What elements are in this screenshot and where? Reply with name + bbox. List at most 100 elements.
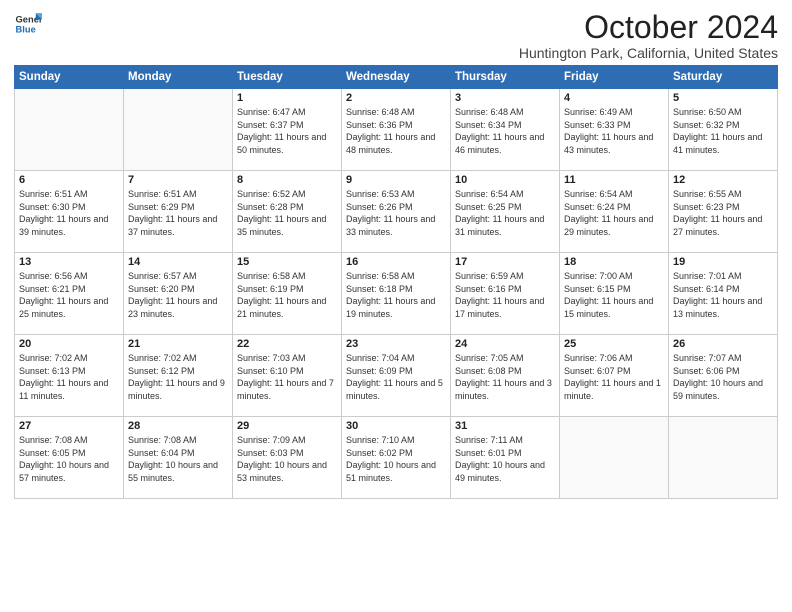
cell-text: Sunset: 6:20 PM xyxy=(128,283,228,296)
cell-text: Daylight: 11 hours and 37 minutes. xyxy=(128,213,228,238)
calendar-cell xyxy=(560,417,669,499)
cell-text: Sunrise: 6:49 AM xyxy=(564,106,664,119)
cell-text: Sunrise: 7:10 AM xyxy=(346,434,446,447)
calendar-cell: 28Sunrise: 7:08 AMSunset: 6:04 PMDayligh… xyxy=(124,417,233,499)
calendar-cell: 22Sunrise: 7:03 AMSunset: 6:10 PMDayligh… xyxy=(233,335,342,417)
cell-text: Sunrise: 6:48 AM xyxy=(346,106,446,119)
cell-text: Daylight: 10 hours and 51 minutes. xyxy=(346,459,446,484)
calendar-cell: 6Sunrise: 6:51 AMSunset: 6:30 PMDaylight… xyxy=(15,171,124,253)
cell-text: Sunset: 6:08 PM xyxy=(455,365,555,378)
day-number: 31 xyxy=(455,420,555,432)
calendar-cell: 14Sunrise: 6:57 AMSunset: 6:20 PMDayligh… xyxy=(124,253,233,335)
cell-text: Sunset: 6:18 PM xyxy=(346,283,446,296)
cell-text: Sunrise: 7:08 AM xyxy=(128,434,228,447)
cell-text: Daylight: 10 hours and 59 minutes. xyxy=(673,377,773,402)
cell-text: Daylight: 11 hours and 29 minutes. xyxy=(564,213,664,238)
cell-text: Sunrise: 7:09 AM xyxy=(237,434,337,447)
cell-text: Sunset: 6:10 PM xyxy=(237,365,337,378)
cell-text: Sunrise: 6:52 AM xyxy=(237,188,337,201)
cell-text: Sunset: 6:30 PM xyxy=(19,201,119,214)
cell-text: Sunset: 6:29 PM xyxy=(128,201,228,214)
cell-text: Sunrise: 7:03 AM xyxy=(237,352,337,365)
cell-text: Sunset: 6:04 PM xyxy=(128,447,228,460)
calendar-cell: 1Sunrise: 6:47 AMSunset: 6:37 PMDaylight… xyxy=(233,89,342,171)
cell-text: Sunrise: 7:00 AM xyxy=(564,270,664,283)
calendar-cell: 7Sunrise: 6:51 AMSunset: 6:29 PMDaylight… xyxy=(124,171,233,253)
calendar-cell: 3Sunrise: 6:48 AMSunset: 6:34 PMDaylight… xyxy=(451,89,560,171)
cell-text: Sunset: 6:13 PM xyxy=(19,365,119,378)
calendar-cell: 11Sunrise: 6:54 AMSunset: 6:24 PMDayligh… xyxy=(560,171,669,253)
day-number: 6 xyxy=(19,174,119,186)
col-wednesday: Wednesday xyxy=(342,66,451,89)
cell-text: Daylight: 11 hours and 21 minutes. xyxy=(237,295,337,320)
cell-text: Sunrise: 6:59 AM xyxy=(455,270,555,283)
calendar-cell: 18Sunrise: 7:00 AMSunset: 6:15 PMDayligh… xyxy=(560,253,669,335)
cell-text: Daylight: 11 hours and 17 minutes. xyxy=(455,295,555,320)
cell-text: Daylight: 11 hours and 41 minutes. xyxy=(673,131,773,156)
cell-text: Sunrise: 6:58 AM xyxy=(237,270,337,283)
cell-text: Sunset: 6:03 PM xyxy=(237,447,337,460)
cell-text: Sunset: 6:19 PM xyxy=(237,283,337,296)
cell-text: Daylight: 10 hours and 53 minutes. xyxy=(237,459,337,484)
calendar-cell: 21Sunrise: 7:02 AMSunset: 6:12 PMDayligh… xyxy=(124,335,233,417)
cell-text: Sunrise: 6:51 AM xyxy=(19,188,119,201)
day-number: 13 xyxy=(19,256,119,268)
cell-text: Sunset: 6:32 PM xyxy=(673,119,773,132)
cell-text: Daylight: 10 hours and 49 minutes. xyxy=(455,459,555,484)
cell-text: Sunrise: 6:55 AM xyxy=(673,188,773,201)
cell-text: Sunset: 6:24 PM xyxy=(564,201,664,214)
cell-text: Daylight: 11 hours and 7 minutes. xyxy=(237,377,337,402)
title-block: October 2024 Huntington Park, California… xyxy=(519,10,778,61)
cell-text: Sunrise: 6:56 AM xyxy=(19,270,119,283)
calendar-cell: 31Sunrise: 7:11 AMSunset: 6:01 PMDayligh… xyxy=(451,417,560,499)
calendar-cell: 10Sunrise: 6:54 AMSunset: 6:25 PMDayligh… xyxy=(451,171,560,253)
cell-text: Sunset: 6:21 PM xyxy=(19,283,119,296)
cell-text: Sunrise: 6:48 AM xyxy=(455,106,555,119)
calendar-week-1: 6 Sunrise: 6:51 AMSunset: 6:30 PM Daylight… xyxy=(15,171,778,253)
cell-text: Daylight: 11 hours and 33 minutes. xyxy=(346,213,446,238)
cell-text: Sunset: 6:02 PM xyxy=(346,447,446,460)
cell-text: Daylight: 11 hours and 11 minutes. xyxy=(19,377,119,402)
cell-text: Sunset: 6:07 PM xyxy=(564,365,664,378)
day-number: 19 xyxy=(673,256,773,268)
day-number: 26 xyxy=(673,338,773,350)
calendar-week-4: 27Sunrise: 7:08 AMSunset: 6:05 PMDayligh… xyxy=(15,417,778,499)
cell-text: Sunset: 6:16 PM xyxy=(455,283,555,296)
day-number: 11 xyxy=(564,174,664,186)
cell-text: Sunset: 6:34 PM xyxy=(455,119,555,132)
day-number: 25 xyxy=(564,338,664,350)
calendar-cell: 24Sunrise: 7:05 AMSunset: 6:08 PMDayligh… xyxy=(451,335,560,417)
cell-text: Sunrise: 6:47 AM xyxy=(237,106,337,119)
cell-text: Sunrise: 7:04 AM xyxy=(346,352,446,365)
day-number: 4 xyxy=(564,92,664,104)
calendar-cell xyxy=(15,89,124,171)
calendar-cell: 23Sunrise: 7:04 AMSunset: 6:09 PMDayligh… xyxy=(342,335,451,417)
calendar-cell: 13 Sunrise: 6:56 AMSunset: 6:21 PMDayligh… xyxy=(15,253,124,335)
cell-text: Sunrise: 6:57 AM xyxy=(128,270,228,283)
day-number: 27 xyxy=(19,420,119,432)
col-monday: Monday xyxy=(124,66,233,89)
cell-text: Sunset: 6:15 PM xyxy=(564,283,664,296)
day-number: 28 xyxy=(128,420,228,432)
cell-text: Sunrise: 6:54 AM xyxy=(455,188,555,201)
cell-text: Daylight: 11 hours and 25 minutes. xyxy=(19,295,119,320)
day-number: 8 xyxy=(237,174,337,186)
calendar-table: Sunday Monday Tuesday Wednesday Thursday… xyxy=(14,65,778,499)
cell-text: Sunrise: 6:58 AM xyxy=(346,270,446,283)
cell-text: Daylight: 11 hours and 43 minutes. xyxy=(564,131,664,156)
calendar-cell: 5Sunrise: 6:50 AMSunset: 6:32 PMDaylight… xyxy=(669,89,778,171)
calendar-cell: 25Sunrise: 7:06 AMSunset: 6:07 PMDayligh… xyxy=(560,335,669,417)
day-number: 18 xyxy=(564,256,664,268)
calendar-cell: 12Sunrise: 6:55 AMSunset: 6:23 PMDayligh… xyxy=(669,171,778,253)
cell-text: Sunset: 6:09 PM xyxy=(346,365,446,378)
calendar-cell: 27Sunrise: 7:08 AMSunset: 6:05 PMDayligh… xyxy=(15,417,124,499)
cell-text: Sunrise: 7:11 AM xyxy=(455,434,555,447)
cell-text: Sunset: 6:25 PM xyxy=(455,201,555,214)
cell-text: Sunset: 6:14 PM xyxy=(673,283,773,296)
day-number: 1 xyxy=(237,92,337,104)
cell-text: Daylight: 11 hours and 50 minutes. xyxy=(237,131,337,156)
calendar-cell: 19Sunrise: 7:01 AMSunset: 6:14 PMDayligh… xyxy=(669,253,778,335)
day-number: 17 xyxy=(455,256,555,268)
col-thursday: Thursday xyxy=(451,66,560,89)
day-number: 2 xyxy=(346,92,446,104)
